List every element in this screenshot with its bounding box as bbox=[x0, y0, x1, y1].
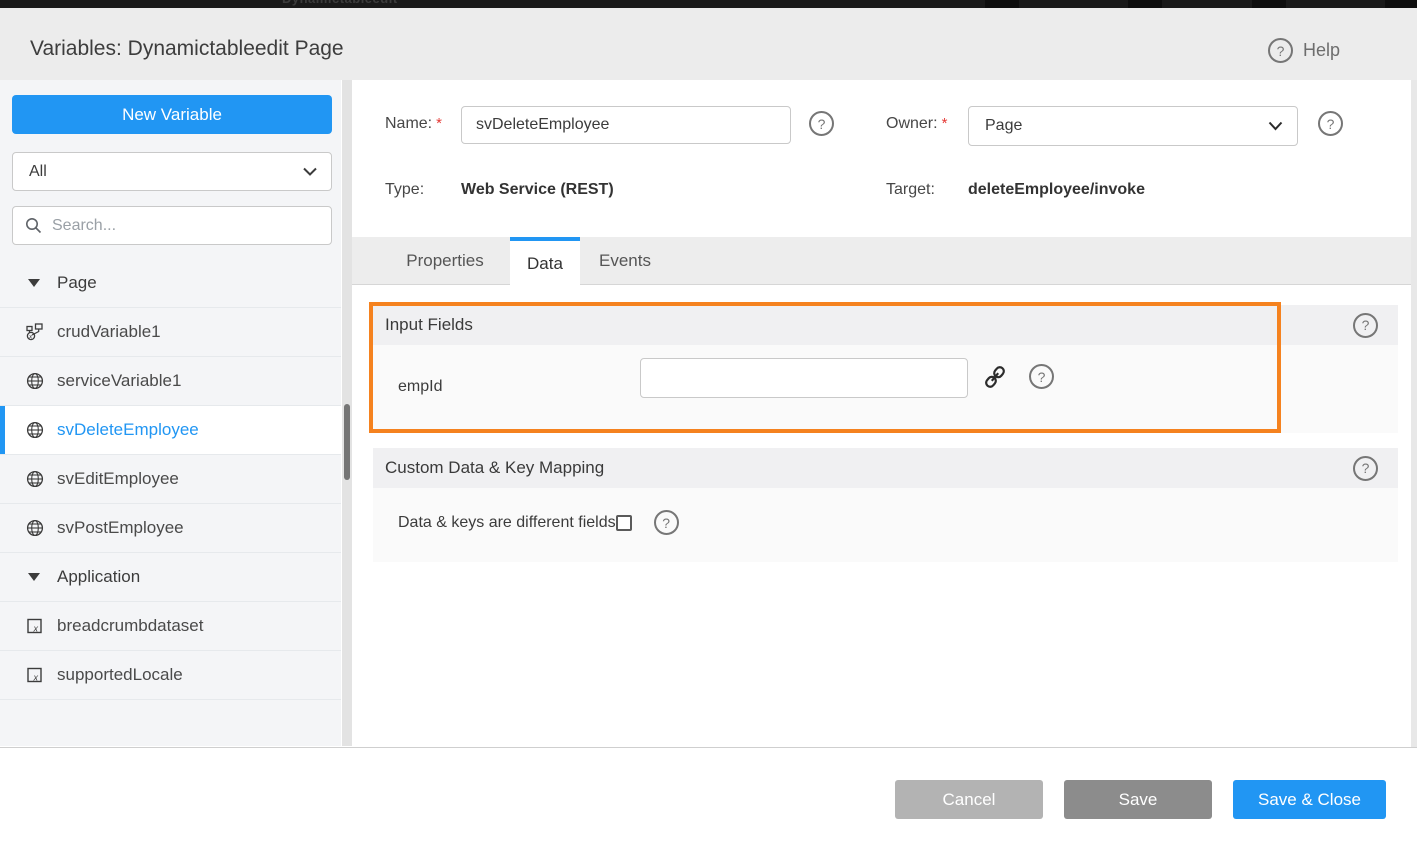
filter-selected-value: All bbox=[29, 163, 303, 181]
background-clipped-text: Dynamictableedit bbox=[282, 0, 398, 6]
name-input[interactable] bbox=[461, 106, 791, 144]
owner-select[interactable]: Page bbox=[968, 106, 1298, 146]
svg-text:x: x bbox=[33, 624, 39, 634]
crud-variable-icon: x bbox=[26, 323, 44, 341]
target-label: Target: bbox=[886, 181, 935, 199]
web-service-icon bbox=[26, 470, 44, 488]
tab-data[interactable]: Data bbox=[510, 237, 580, 286]
name-label: Name:* bbox=[385, 115, 442, 133]
variable-filter-select[interactable]: All bbox=[12, 152, 332, 191]
input-fields-body: empId bbox=[373, 345, 1398, 433]
sidebar-group-page[interactable]: Page bbox=[0, 259, 341, 308]
custom-mapping-section: Custom Data & Key Mapping Data & keys ar… bbox=[373, 448, 1398, 562]
input-fields-title: Input Fields bbox=[385, 315, 1353, 335]
background-app-strip: Dynamictableedit bbox=[0, 0, 1417, 8]
tab-events[interactable]: Events bbox=[580, 237, 670, 285]
variables-dialog: Dynamictableedit Variables: Dynamictable… bbox=[0, 0, 1417, 845]
bind-link-icon[interactable] bbox=[981, 363, 1009, 391]
input-fields-section: Input Fields empId bbox=[373, 305, 1398, 433]
model-variable-icon: x bbox=[26, 617, 44, 635]
tab-bar: Properties Data Events bbox=[352, 237, 1417, 285]
sidebar-item-crudvariable1[interactable]: x crudVariable1 bbox=[0, 308, 341, 357]
tab-properties[interactable]: Properties bbox=[380, 237, 510, 285]
sidebar-item-svdeleteemployee[interactable]: svDeleteEmployee bbox=[0, 406, 341, 455]
required-asterisk: * bbox=[942, 115, 948, 132]
input-fields-header: Input Fields bbox=[373, 305, 1398, 345]
new-variable-button[interactable]: New Variable bbox=[12, 95, 332, 134]
save-and-close-button[interactable]: Save & Close bbox=[1233, 780, 1386, 819]
type-value: Web Service (REST) bbox=[461, 181, 614, 199]
input-fields-help-icon[interactable] bbox=[1353, 313, 1378, 338]
web-service-icon bbox=[26, 519, 44, 537]
search-icon bbox=[25, 217, 42, 234]
target-value: deleteEmployee/invoke bbox=[968, 181, 1145, 199]
variable-list: Page x crudVariable1 bbox=[0, 259, 341, 700]
sidebar-item-breadcrumbdataset[interactable]: x breadcrumbdataset bbox=[0, 602, 341, 651]
custom-mapping-header: Custom Data & Key Mapping bbox=[373, 448, 1398, 488]
sidebar-item-servicevariable1[interactable]: serviceVariable1 bbox=[0, 357, 341, 406]
save-button[interactable]: Save bbox=[1064, 780, 1212, 819]
sidebar-item-supportedlocale[interactable]: x supportedLocale bbox=[0, 651, 341, 700]
web-service-icon bbox=[26, 421, 44, 439]
owner-help-icon[interactable] bbox=[1318, 111, 1343, 136]
dialog-footer: Cancel Save Save & Close bbox=[0, 747, 1417, 845]
name-help-icon[interactable] bbox=[809, 111, 834, 136]
sidebar-item-svpostemployee[interactable]: svPostEmployee bbox=[0, 504, 341, 553]
variable-search bbox=[12, 206, 332, 245]
owner-selected-value: Page bbox=[985, 117, 1268, 135]
chevron-down-icon bbox=[303, 167, 317, 176]
cancel-button[interactable]: Cancel bbox=[895, 780, 1043, 819]
model-variable-icon: x bbox=[26, 666, 44, 684]
sidebar-group-application[interactable]: Application bbox=[0, 553, 341, 602]
empid-label: empId bbox=[398, 378, 442, 396]
dialog-title: Variables: Dynamictableedit Page bbox=[30, 37, 344, 61]
main-scrollbar-track[interactable] bbox=[1411, 80, 1417, 747]
empid-help-icon[interactable] bbox=[1029, 364, 1054, 389]
custom-mapping-title: Custom Data & Key Mapping bbox=[385, 458, 1353, 478]
sidebar-scrollbar-thumb[interactable] bbox=[344, 404, 350, 480]
svg-text:x: x bbox=[33, 673, 39, 683]
empid-input[interactable] bbox=[640, 358, 968, 398]
different-fields-checkbox[interactable] bbox=[616, 515, 632, 531]
custom-mapping-help-icon[interactable] bbox=[1353, 456, 1378, 481]
chevron-down-icon bbox=[1268, 121, 1283, 131]
help-button[interactable]: Help bbox=[1268, 38, 1340, 63]
help-label: Help bbox=[1303, 40, 1340, 61]
help-icon bbox=[1268, 38, 1293, 63]
custom-mapping-body: Data & keys are different fields bbox=[373, 488, 1398, 562]
variables-sidebar: New Variable All Page bbox=[0, 80, 341, 746]
collapse-triangle-icon bbox=[28, 279, 40, 287]
required-asterisk: * bbox=[436, 115, 442, 132]
search-input[interactable] bbox=[52, 217, 321, 235]
type-label: Type: bbox=[385, 181, 424, 199]
collapse-triangle-icon bbox=[28, 573, 40, 581]
web-service-icon bbox=[26, 372, 44, 390]
different-fields-help-icon[interactable] bbox=[654, 510, 679, 535]
different-fields-label: Data & keys are different fields bbox=[398, 514, 616, 532]
sidebar-item-sveditemployee[interactable]: svEditEmployee bbox=[0, 455, 341, 504]
dialog-header: Variables: Dynamictableedit Page Help bbox=[0, 8, 1417, 80]
owner-label: Owner:* bbox=[886, 115, 947, 133]
